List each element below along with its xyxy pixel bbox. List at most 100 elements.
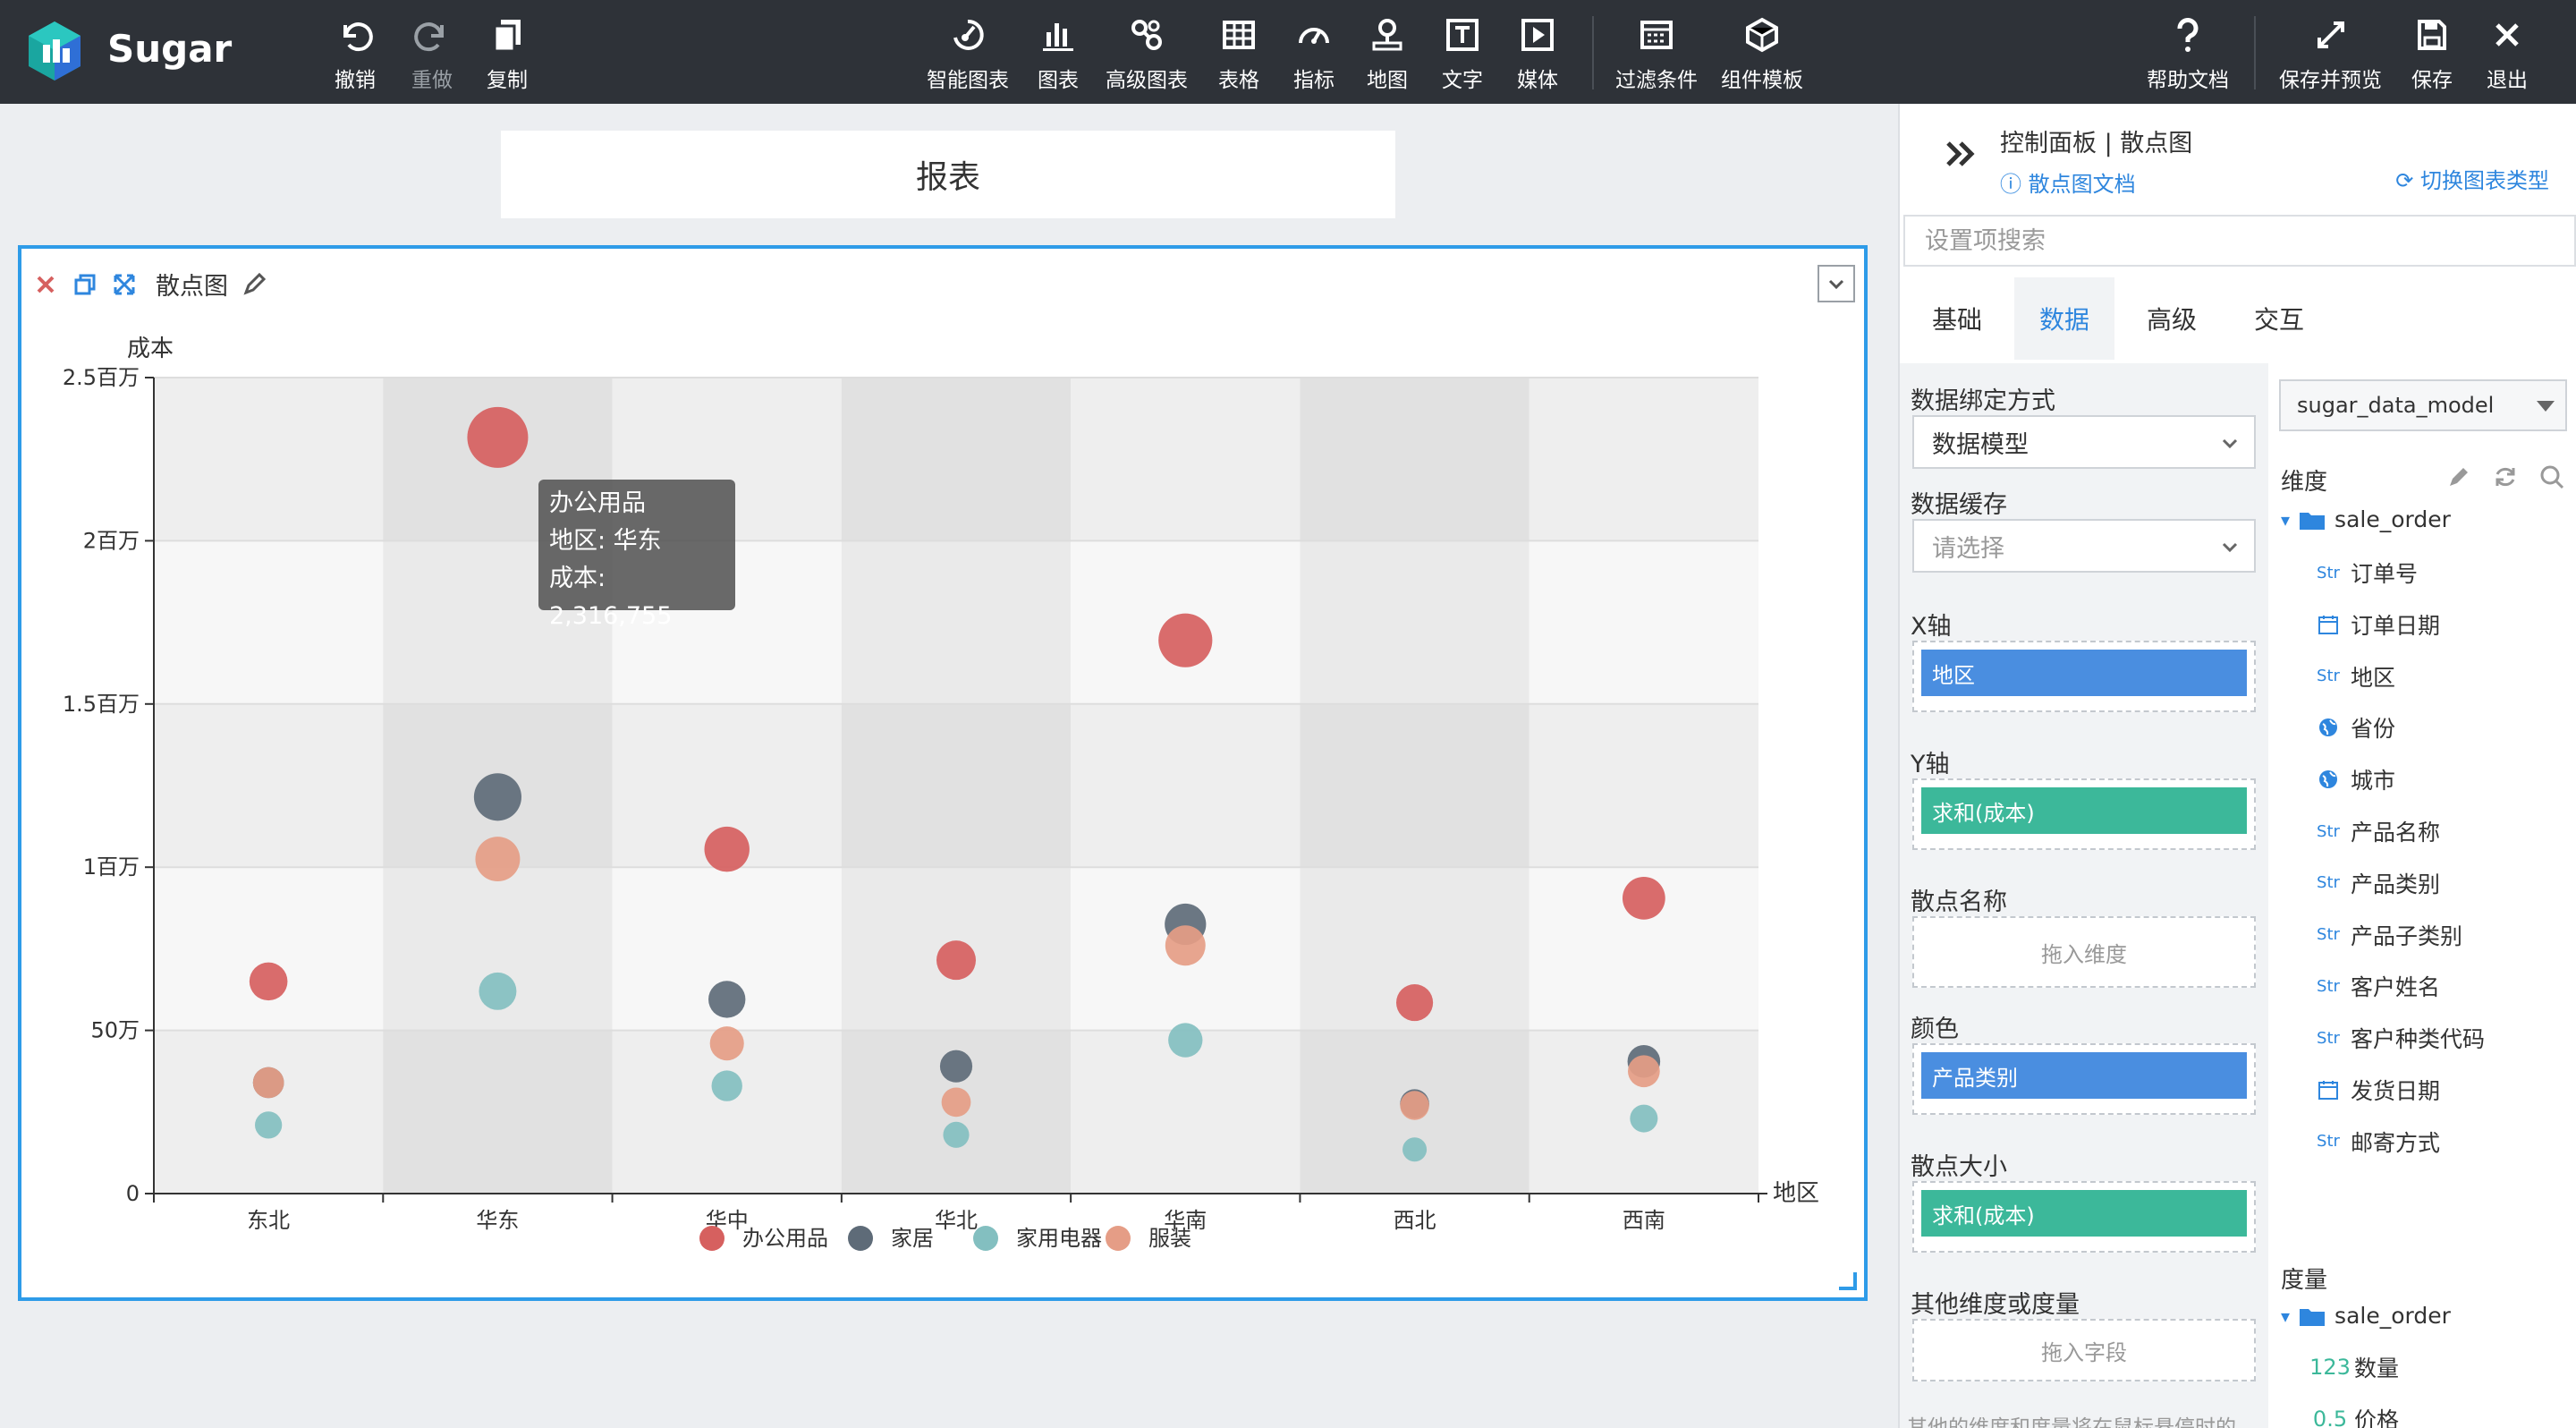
binding-select[interactable]: 数据模型 — [1912, 415, 2256, 469]
bar-chart-icon — [1043, 23, 1073, 51]
field-name: 产品子类别 — [2351, 922, 2463, 949]
undo-icon — [343, 22, 373, 52]
text-button[interactable]: 文字 — [1442, 14, 1483, 93]
scatter-point — [936, 940, 976, 981]
smart-chart-button[interactable]: 智能图表 — [927, 14, 1009, 93]
scatter-doc-link[interactable]: ⓘ 散点图文档 — [2000, 166, 2136, 198]
media-play-icon — [1521, 19, 1554, 51]
size-field-chip[interactable]: 求和(成本) — [1921, 1190, 2247, 1237]
tab-data[interactable]: 数据 — [2014, 277, 2114, 360]
copy-icon — [493, 20, 521, 53]
y-tick-label: 1.5百万 — [63, 692, 140, 717]
report-canvas: 报表 0 50万 1百万 1.5百万 2百万 2.5百万 成本 地区 东北 华东 华中 华北 华南 西北西… — [0, 104, 1898, 1428]
top-toolbar: Sugar 撤销 重做 复制 智能图表 图表 高级图表 表格 指标 地图 文字 — [0, 0, 2576, 104]
field-name: 邮寄方式 — [2351, 1129, 2441, 1156]
scatter-point — [1158, 613, 1213, 667]
edit-pencil-icon[interactable] — [241, 271, 267, 298]
help-doc-button[interactable]: 帮助文档 — [2147, 14, 2229, 93]
tab-interaction[interactable]: 交互 — [2229, 277, 2329, 360]
chevron-down-icon: ▾ — [2281, 508, 2291, 531]
edit-pencil-icon[interactable] — [2445, 463, 2472, 490]
resize-handle[interactable] — [1839, 1272, 1857, 1290]
scatter-point — [1168, 1023, 1203, 1058]
filter-button[interactable]: 过滤条件 — [1615, 14, 1698, 93]
y-axis-field-chip[interactable]: 求和(成本) — [1921, 787, 2247, 834]
x-axis-dropzone[interactable]: 地区 — [1912, 641, 2256, 712]
color-field-chip[interactable]: 产品类别 — [1921, 1052, 2247, 1099]
scatter-point — [249, 962, 288, 1001]
undo-button[interactable]: 撤销 — [335, 14, 376, 93]
save-icon — [2418, 20, 2446, 50]
widget-menu-dropdown[interactable] — [1818, 265, 1855, 302]
x-axis-field-chip[interactable]: 地区 — [1921, 650, 2247, 696]
measure-field[interactable]: 123 数量 — [2309, 1351, 2399, 1383]
other-fields-dropzone[interactable]: 拖入字段 — [1912, 1319, 2256, 1381]
control-panel: 控制面板 | 散点图 ⓘ 散点图文档 ⟳ 切换图表类型 基础 数据 高级 交互 … — [1898, 104, 2576, 1428]
chevron-down-icon — [2222, 438, 2238, 449]
dimension-field[interactable]: 城市 — [2315, 763, 2395, 795]
refresh-icon: ⟳ — [2395, 168, 2414, 193]
dimension-tools — [2445, 463, 2565, 490]
dimension-field[interactable]: Str 产品类别 — [2315, 867, 2440, 899]
color-dropzone[interactable]: 产品类别 — [1912, 1043, 2256, 1115]
table-button[interactable]: 表格 — [1218, 14, 1259, 93]
y-axis-label: Y轴 — [1911, 751, 1950, 778]
dimension-field[interactable]: 发货日期 — [2315, 1074, 2440, 1106]
report-title[interactable]: 报表 — [501, 131, 1395, 218]
dimension-field[interactable]: 省份 — [2315, 711, 2395, 744]
string-type-icon: Str — [2317, 821, 2340, 841]
dimension-field[interactable]: Str 产品子类别 — [2315, 919, 2462, 951]
size-label: 散点大小 — [1911, 1153, 2007, 1181]
fullscreen-icon[interactable] — [111, 271, 138, 298]
size-dropzone[interactable]: 求和(成本) — [1912, 1181, 2256, 1253]
toolbar-separator — [1592, 16, 1594, 89]
collapse-panel-icon[interactable] — [1941, 134, 1980, 174]
component-template-button[interactable]: 组件模板 — [1721, 14, 1803, 93]
copy-button[interactable]: 复制 — [487, 14, 528, 93]
tooltip-cost: 成本: 2,316,755 — [549, 565, 673, 630]
scatter-chart-widget[interactable]: 0 50万 1百万 1.5百万 2百万 2.5百万 成本 地区 东北 华东 华中 华北 华南 西北 西南 办公… — [18, 245, 1868, 1301]
dimension-table-folder[interactable]: ▾ sale_order — [2281, 506, 2451, 532]
value-band — [154, 378, 1758, 540]
search-icon[interactable] — [2538, 463, 2565, 490]
scatter-name-dropzone[interactable]: 拖入维度 — [1912, 916, 2256, 988]
cache-label: 数据缓存 — [1911, 491, 2007, 519]
measure-label: 度量 — [2281, 1267, 2328, 1294]
duplicate-widget-icon[interactable] — [72, 271, 98, 298]
map-button[interactable]: 地图 — [1367, 14, 1408, 93]
expand-icon — [2317, 21, 2344, 48]
legend-label: 家居 — [891, 1226, 934, 1251]
media-button[interactable]: 媒体 — [1517, 14, 1558, 93]
dimension-field[interactable]: Str 客户种类代码 — [2315, 1022, 2485, 1054]
exit-button[interactable]: 退出 — [2487, 14, 2528, 93]
folder-icon — [2300, 512, 2326, 530]
string-type-icon: Str — [2317, 873, 2340, 893]
cache-select[interactable]: 请选择 — [1912, 519, 2256, 573]
dimension-field[interactable]: 订单日期 — [2315, 608, 2440, 641]
indicator-button[interactable]: 指标 — [1293, 14, 1335, 93]
save-button[interactable]: 保存 — [2411, 14, 2453, 93]
measure-table-folder[interactable]: ▾ sale_order — [2281, 1303, 2451, 1329]
delete-widget-icon[interactable] — [32, 271, 59, 298]
toolbar-separator — [2254, 16, 2256, 89]
data-model-select[interactable]: sugar_data_model — [2279, 379, 2567, 431]
y-axis-dropzone[interactable]: 求和(成本) — [1912, 778, 2256, 850]
scatter-point — [1630, 1104, 1658, 1133]
settings-search-input[interactable] — [1903, 215, 2576, 267]
tab-basic[interactable]: 基础 — [1907, 277, 2007, 360]
refresh-icon[interactable] — [2492, 463, 2519, 490]
field-name: 省份 — [2351, 716, 2396, 743]
measure-field[interactable]: 0.5 价格 — [2313, 1403, 2400, 1428]
save-preview-button[interactable]: 保存并预览 — [2279, 14, 2382, 93]
redo-button[interactable]: 重做 — [411, 14, 453, 93]
chart-button[interactable]: 图表 — [1038, 14, 1079, 93]
advanced-chart-button[interactable]: 高级图表 — [1106, 14, 1188, 93]
dimension-field[interactable]: Str 订单号 — [2315, 557, 2418, 589]
dimension-field[interactable]: Str 地区 — [2315, 660, 2395, 693]
field-name: 价格 — [2354, 1407, 2400, 1428]
tab-advanced[interactable]: 高级 — [2122, 277, 2222, 360]
dimension-field[interactable]: Str 邮寄方式 — [2315, 1126, 2440, 1158]
switch-chart-type-link[interactable]: ⟳ 切换图表类型 — [2395, 163, 2549, 194]
dimension-field[interactable]: Str 产品名称 — [2315, 815, 2440, 847]
dimension-field[interactable]: Str 客户姓名 — [2315, 970, 2440, 1002]
